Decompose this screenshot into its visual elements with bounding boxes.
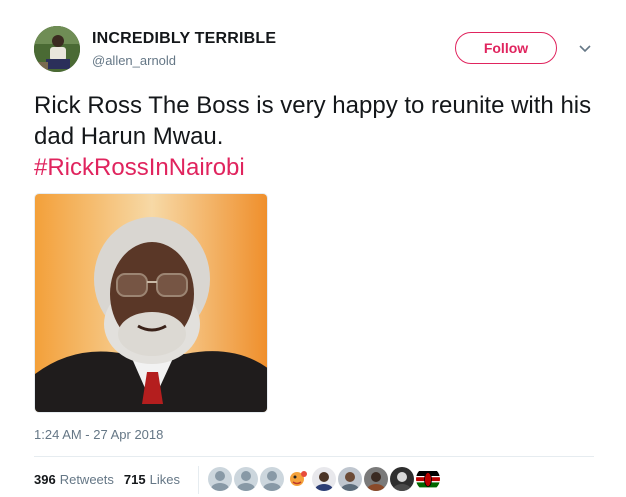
likes-stat[interactable]: 715 Likes — [124, 472, 180, 487]
author-avatar[interactable] — [34, 26, 80, 72]
tweet-header: INCREDIBLY TERRIBLE @allen_arnold Follow — [34, 26, 604, 76]
hashtag-link[interactable]: #RickRossInNairobi — [34, 152, 594, 183]
chevron-down-icon[interactable] — [577, 40, 593, 56]
tweet-stats: 396 Retweets 715 Likes — [34, 472, 180, 487]
liker-avatar[interactable] — [416, 467, 440, 491]
tweet-text: Rick Ross The Boss is very happy to reun… — [34, 90, 594, 183]
liker-avatar[interactable] — [364, 467, 388, 491]
author-name[interactable]: INCREDIBLY TERRIBLE — [92, 30, 276, 48]
liker-avatar[interactable] — [286, 467, 310, 491]
liker-avatar[interactable] — [312, 467, 336, 491]
divider — [34, 456, 594, 457]
tweet-body: Rick Ross The Boss is very happy to reun… — [34, 92, 592, 150]
tweet-photo[interactable] — [34, 193, 268, 413]
likes-count: 715 — [123, 472, 146, 487]
tweet-timestamp[interactable]: 1:24 AM - 27 Apr 2018 — [34, 427, 163, 442]
retweets-count: 396 — [34, 472, 56, 487]
liker-avatar[interactable] — [208, 467, 232, 491]
liker-avatar[interactable] — [234, 467, 258, 491]
liker-avatar[interactable] — [260, 467, 284, 491]
likes-label: Likes — [149, 472, 180, 487]
follow-button[interactable]: Follow — [455, 32, 557, 64]
stats-separator — [198, 466, 199, 494]
retweets-stat[interactable]: 396 Retweets — [34, 472, 114, 487]
author-handle[interactable]: @allen_arnold — [92, 53, 176, 68]
liker-avatar[interactable] — [338, 467, 362, 491]
retweets-label: Retweets — [59, 472, 114, 487]
liker-avatar[interactable] — [390, 467, 414, 491]
liker-avatars — [208, 467, 442, 491]
